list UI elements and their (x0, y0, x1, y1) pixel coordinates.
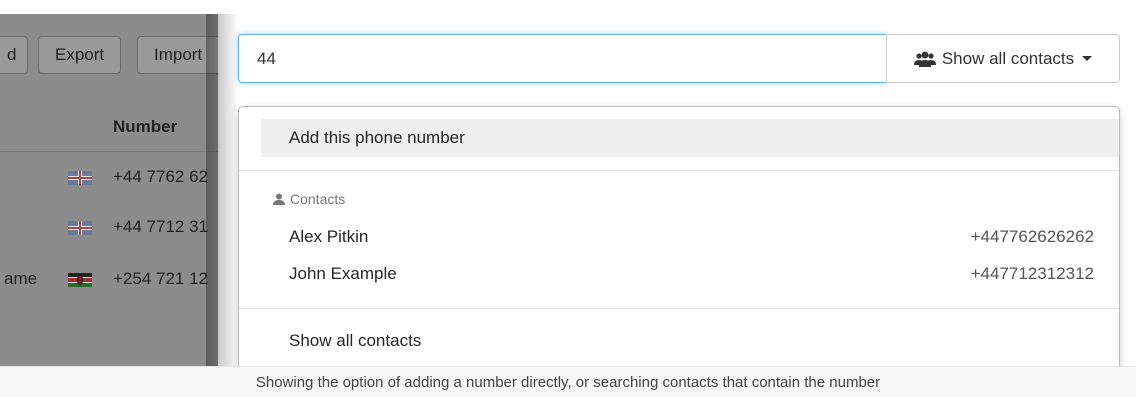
user-icon (273, 193, 285, 205)
show-all-contacts-button[interactable]: Show all contacts (886, 34, 1120, 83)
dimmed-overlay: d Export Import Number +44 7762 62 +44 7… (0, 14, 218, 366)
dropdown-divider (239, 170, 1119, 171)
phone-cell: +254 721 12 (113, 269, 209, 288)
users-icon (913, 51, 936, 67)
uk-flag-icon (68, 171, 92, 185)
phone-search-input[interactable] (238, 34, 887, 83)
show-all-contacts-label: Show all contacts (941, 48, 1075, 68)
number-column-header: Number (113, 117, 178, 136)
background-panel: d Export Import Number +44 7762 62 +44 7… (0, 0, 238, 366)
export-button: Export (38, 36, 122, 74)
kenya-flag-icon (68, 273, 92, 287)
contact-number: +447712312312 (970, 264, 1094, 283)
panel-shadow (206, 14, 238, 366)
phone-cell: +44 7762 62 (113, 167, 209, 186)
uk-flag-icon (68, 221, 92, 235)
partial-button: d (0, 36, 28, 74)
dropdown-divider (239, 308, 1119, 309)
suggestions-dropdown: Add this phone number Contacts Alex Pitk… (238, 106, 1120, 381)
name-cell: ame (4, 269, 38, 288)
contact-name: John Example (289, 264, 397, 283)
phone-cell: +44 7712 31 (113, 217, 209, 236)
caret-down-icon (1082, 56, 1093, 61)
contacts-header-label: Contacts (290, 191, 346, 207)
show-all-contacts-option[interactable]: Show all contacts (289, 331, 421, 351)
contacts-section-header: Contacts (273, 191, 345, 207)
contact-name: Alex Pitkin (289, 227, 369, 246)
caption: Showing the option of adding a number di… (0, 366, 1136, 397)
contact-option-john-example[interactable]: John Example +447712312312 (289, 264, 1094, 288)
contact-option-alex-pitkin[interactable]: Alex Pitkin +447762626262 (289, 227, 1094, 251)
contact-number: +447762626262 (970, 227, 1094, 246)
table-divider (0, 151, 218, 152)
add-phone-number-option[interactable]: Add this phone number (261, 119, 1119, 157)
